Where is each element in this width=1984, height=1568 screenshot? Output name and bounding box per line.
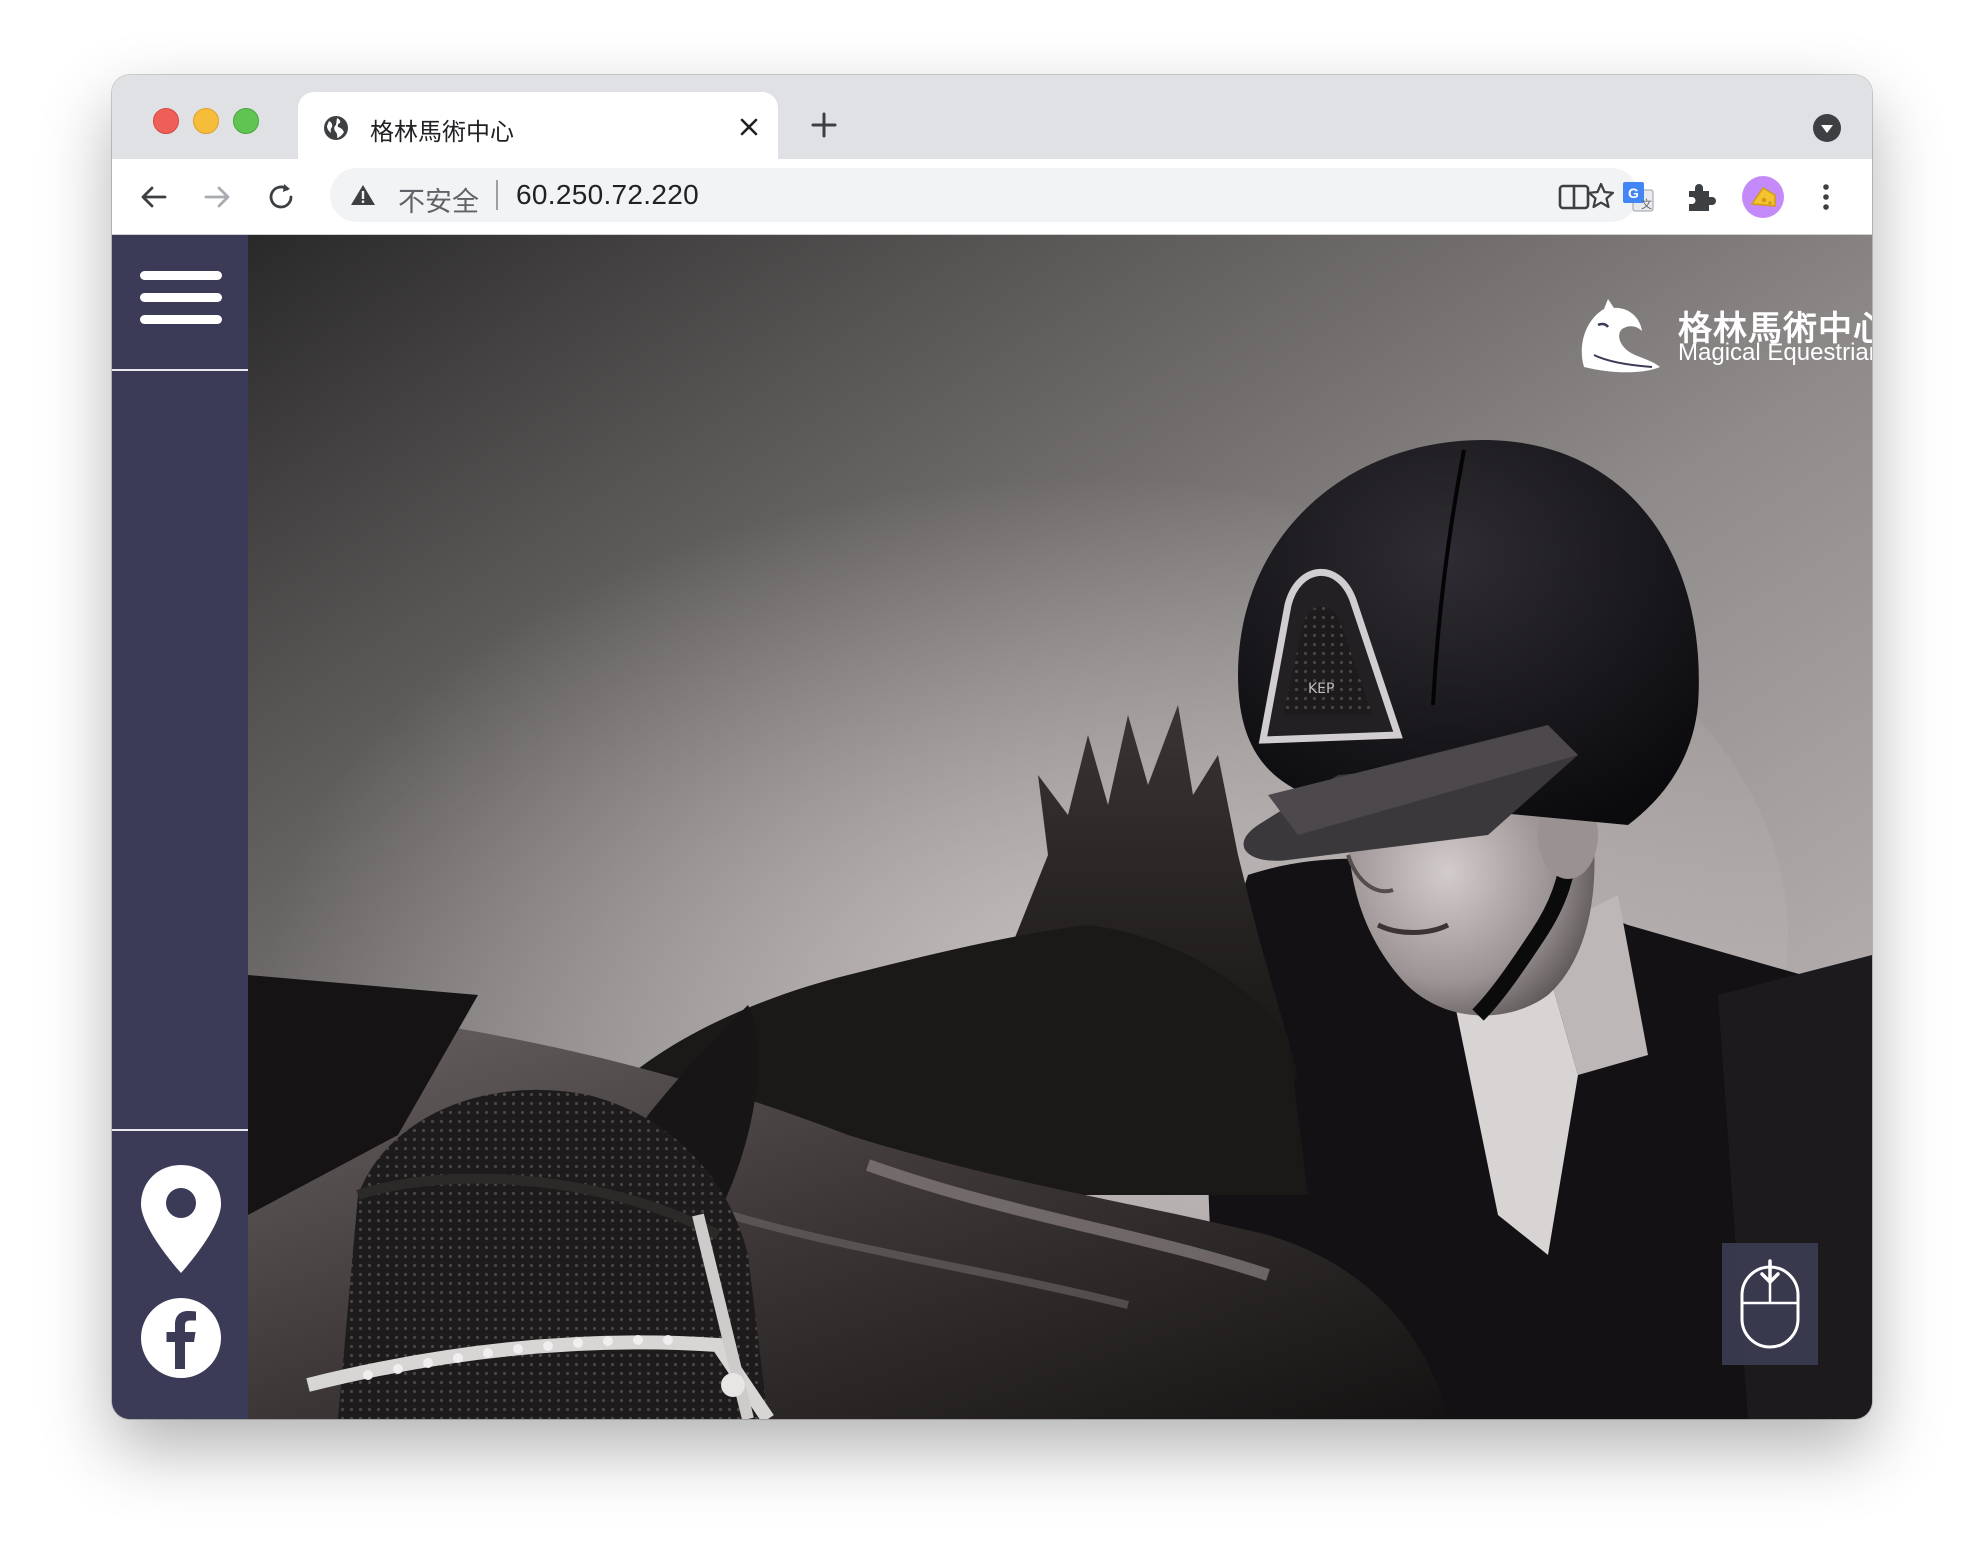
page-viewport: KEP 格林馬術中心 Magical Equestrian	[112, 235, 1872, 1419]
facebook-icon[interactable]	[140, 1297, 222, 1379]
address-bar[interactable]: 不安全 60.250.72.220	[330, 168, 1638, 222]
back-icon[interactable]	[138, 181, 170, 213]
map-pin-icon[interactable]	[139, 1163, 223, 1275]
browser-window: 格林馬術中心 不安全 60.250.72.220 G 文 KEP 格林馬術中心 …	[112, 75, 1872, 1419]
extensions-puzzle-icon[interactable]	[1683, 179, 1719, 215]
sidebar-divider-top	[112, 369, 248, 371]
close-tab-icon[interactable]	[736, 114, 762, 140]
url-text[interactable]: 60.250.72.220	[516, 179, 699, 211]
tab-search-icon[interactable]	[1812, 113, 1842, 143]
horse-head-logo-icon	[1581, 299, 1660, 373]
profile-avatar[interactable]	[1742, 176, 1784, 218]
omnibox-divider	[496, 180, 498, 210]
svg-text:G: G	[1628, 185, 1639, 201]
warning-icon[interactable]	[350, 183, 376, 207]
browser-toolbar: 不安全 60.250.72.220 G 文	[112, 159, 1872, 235]
more-menu-icon[interactable]	[1808, 179, 1844, 215]
hero-photo-rider-horse: KEP	[248, 235, 1872, 1419]
hamburger-menu-icon[interactable]	[140, 271, 222, 325]
split-view-icon[interactable]	[1556, 179, 1592, 215]
mouse-scroll-down-icon	[1740, 1259, 1800, 1349]
brand-name-english: Magical Equestrian	[1678, 339, 1872, 366]
scroll-down-button[interactable]	[1722, 1243, 1818, 1365]
cheese-icon	[1751, 187, 1776, 207]
forward-icon[interactable]	[201, 181, 233, 213]
svg-text:KEP: KEP	[1308, 681, 1334, 697]
google-translate-icon[interactable]: G 文	[1620, 179, 1656, 215]
globe-icon	[324, 116, 348, 140]
svg-text:文: 文	[1641, 197, 1652, 211]
tab-active[interactable]: 格林馬術中心	[298, 92, 778, 159]
reload-icon[interactable]	[265, 181, 297, 213]
sidebar-divider-bottom	[112, 1129, 248, 1131]
zoom-window-button[interactable]	[233, 108, 259, 134]
tab-title: 格林馬術中心	[370, 119, 514, 146]
hero-image: KEP	[248, 235, 1872, 1419]
tab-strip: 格林馬術中心	[112, 75, 1872, 159]
security-label[interactable]: 不安全	[398, 180, 479, 219]
new-tab-icon[interactable]	[810, 111, 838, 139]
site-sidebar	[112, 235, 248, 1419]
close-window-button[interactable]	[153, 108, 179, 134]
minimize-window-button[interactable]	[193, 108, 219, 134]
